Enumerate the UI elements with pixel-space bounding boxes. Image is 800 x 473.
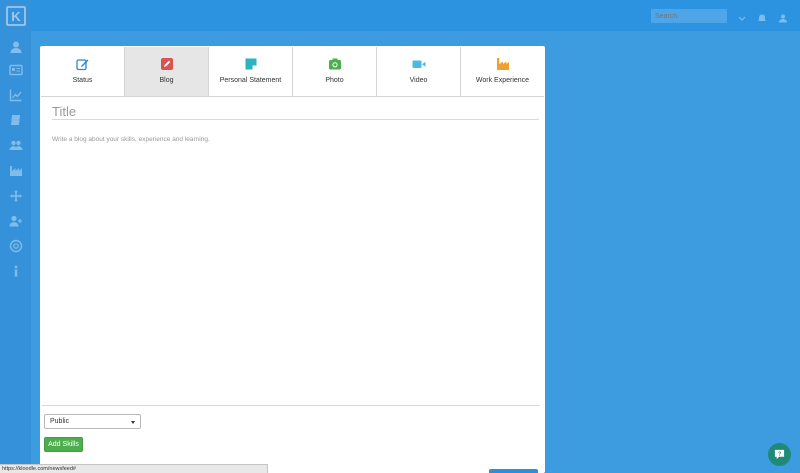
- industry-icon[interactable]: [7, 163, 24, 177]
- tab-label: Status: [72, 77, 93, 84]
- privacy-select[interactable]: Public: [44, 414, 141, 429]
- tab-video[interactable]: Video: [377, 47, 461, 96]
- title-input[interactable]: [52, 103, 539, 120]
- line-chart-icon[interactable]: [7, 88, 24, 102]
- tab-label: Blog: [159, 77, 174, 84]
- blog-body-textarea[interactable]: [52, 136, 539, 404]
- search-input[interactable]: [651, 9, 727, 23]
- camera-icon: [327, 57, 343, 71]
- book-icon[interactable]: [7, 113, 24, 127]
- video-camera-icon: [411, 57, 427, 71]
- post-button[interactable]: [489, 469, 538, 473]
- divider: [42, 405, 540, 406]
- chat-question-icon: ?: [774, 449, 785, 460]
- sticky-note-icon: [243, 57, 259, 71]
- users-icon[interactable]: [7, 138, 24, 152]
- tab-photo[interactable]: Photo: [293, 47, 377, 96]
- chevron-down-icon[interactable]: [737, 10, 747, 21]
- id-card-icon[interactable]: [7, 63, 24, 77]
- avatar-icon[interactable]: [778, 10, 788, 23]
- info-icon[interactable]: [7, 264, 24, 278]
- move-icon[interactable]: [7, 189, 24, 203]
- tab-work-experience[interactable]: Work Experience: [461, 47, 544, 96]
- privacy-selected-value: Public: [50, 418, 70, 425]
- pencil-icon: [159, 57, 175, 71]
- help-chat-button[interactable]: ?: [768, 443, 791, 466]
- tab-blog[interactable]: Blog: [125, 47, 209, 96]
- app-logo[interactable]: K: [6, 6, 26, 26]
- logo-text: K: [11, 8, 21, 24]
- edit-icon: [75, 57, 91, 71]
- caret-down-icon: [131, 421, 135, 424]
- tab-label: Video: [409, 77, 428, 84]
- tab-personal-statement[interactable]: Personal Statement: [209, 47, 293, 96]
- bell-icon[interactable]: [757, 10, 767, 21]
- industry-icon: [495, 57, 511, 71]
- sidebar: K: [0, 0, 31, 473]
- user-plus-icon[interactable]: [7, 214, 24, 228]
- user-icon[interactable]: [7, 40, 24, 54]
- add-skills-button[interactable]: Add Skills: [44, 437, 83, 452]
- tab-status[interactable]: Status: [41, 47, 125, 96]
- tab-label: Work Experience: [475, 77, 530, 84]
- top-bar: [31, 0, 800, 31]
- help-circle-icon[interactable]: [7, 239, 24, 253]
- post-composer: Status Blog Personal Statement Photo Vid…: [40, 46, 545, 473]
- post-type-tabs: Status Blog Personal Statement Photo Vid…: [41, 47, 544, 97]
- tab-label: Personal Statement: [219, 77, 282, 84]
- tab-label: Photo: [325, 77, 344, 84]
- status-bar-url: https://kloodle.com/newsfeed#: [0, 464, 268, 473]
